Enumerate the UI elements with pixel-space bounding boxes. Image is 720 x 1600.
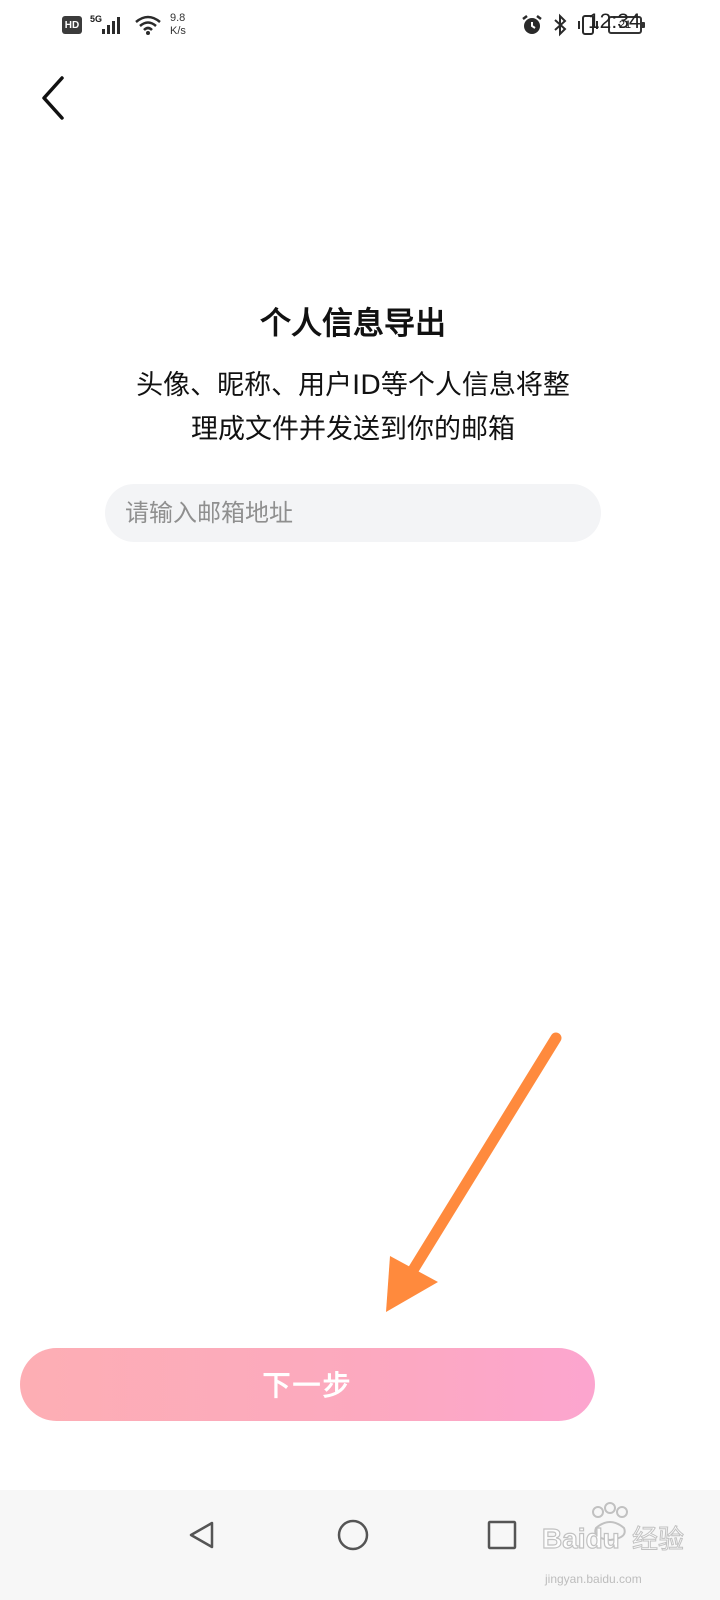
chevron-left-icon (42, 76, 64, 120)
svg-text:经验: 经验 (632, 1525, 684, 1555)
status-time: 12:34 (588, 10, 641, 33)
network-speed: 9.8 K/s (170, 12, 186, 38)
network-speed-unit: K/s (170, 25, 186, 37)
description-line-2: 理成文件并发送到你的邮箱 (191, 414, 515, 445)
page-description: 头像、昵称、用户ID等个人信息将整 理成文件并发送到你的邮箱 (0, 364, 706, 452)
annotation-arrow-icon (386, 1032, 562, 1312)
circle-home-icon (337, 1519, 369, 1551)
signal-strength-icon: 5G (90, 14, 126, 36)
nav-home-button[interactable] (328, 1510, 378, 1560)
back-button[interactable] (28, 72, 78, 124)
description-line-1: 头像、昵称、用户ID等个人信息将整 (136, 370, 570, 401)
page-title: 个人信息导出 (260, 306, 446, 342)
nav-recents-button[interactable] (477, 1510, 527, 1560)
status-left: HD 5G 9.8 K/s (62, 8, 186, 42)
status-bar: HD 5G 9.8 K/s 21 12:34 (0, 0, 720, 50)
svg-text:Baidu: Baidu (542, 1523, 620, 1554)
network-type-label: 5G (90, 14, 103, 24)
email-field[interactable] (105, 484, 601, 542)
bluetooth-icon (554, 13, 567, 37)
nav-back-button[interactable] (177, 1510, 227, 1560)
wifi-icon (135, 15, 161, 35)
square-recents-icon (487, 1520, 517, 1550)
next-button[interactable]: 下一步 (20, 1348, 595, 1421)
hd-badge: HD (62, 16, 82, 34)
network-speed-value: 9.8 (170, 12, 186, 24)
watermark-url: jingyan.baidu.com (545, 1572, 642, 1586)
triangle-back-icon (189, 1521, 214, 1549)
baidu-watermark-logo: Baidu 经验 (541, 1502, 685, 1556)
alarm-icon (522, 15, 542, 34)
email-input[interactable] (105, 484, 601, 542)
